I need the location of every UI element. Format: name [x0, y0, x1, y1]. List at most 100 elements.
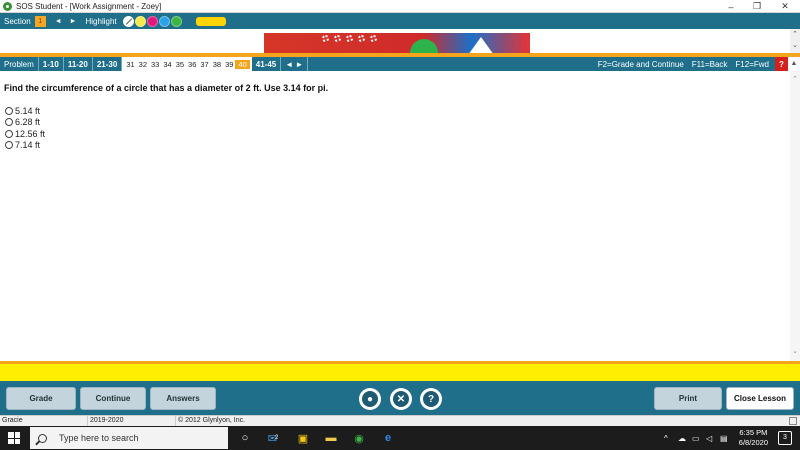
highlight-swatch-blue[interactable] [158, 15, 170, 27]
problem-number-current[interactable]: 40 [235, 59, 250, 69]
notification-center-icon[interactable]: 3 [778, 431, 792, 445]
taskbar-search[interactable]: Type here to search [30, 427, 228, 449]
tools-icon[interactable]: ✕ [390, 388, 412, 410]
chevron-up-icon[interactable]: ⌃ [790, 75, 800, 83]
question-text: Find the circumference of a circle that … [4, 83, 329, 93]
task-view-icon[interactable]: ○ [238, 431, 252, 445]
problem-number[interactable]: 34 [161, 60, 173, 69]
section-toolbar: Section 1 ◄ ► Highlight [0, 13, 800, 29]
gear-icon [334, 35, 341, 42]
status-user: Gracie [0, 416, 88, 426]
eraser-swatch-icon[interactable] [122, 15, 134, 27]
bottom-yellow-strip [0, 364, 800, 381]
status-year: 2019-2020 [88, 416, 176, 426]
outer-scrollbar[interactable]: ⌃ ⌄ [790, 29, 800, 53]
content-scrollbar[interactable]: ⌃ ⌄ [790, 71, 800, 361]
chevron-up-icon[interactable]: ^ [664, 426, 668, 450]
highlight-label: Highlight [85, 16, 117, 26]
gear-icon [358, 35, 365, 42]
section-number[interactable]: 1 [34, 15, 46, 27]
gear-icon [346, 35, 353, 42]
status-bar: Gracie 2019-2020 © 2012 Glynlyon, Inc. [0, 415, 800, 426]
problem-number[interactable]: 32 [137, 60, 149, 69]
answer-option[interactable]: 5.14 ft [5, 105, 45, 117]
highlighter-pen-icon[interactable] [195, 16, 226, 26]
gear-icon [370, 35, 377, 42]
highlight-swatch-pink[interactable] [146, 15, 158, 27]
search-icon [38, 433, 47, 443]
chevron-down-icon[interactable]: ⌄ [790, 347, 800, 355]
subject-banner-logo [264, 33, 530, 53]
radio-button[interactable] [5, 106, 13, 115]
window-title: SOS Student - [Work Assignment - Zoey] [16, 1, 162, 11]
problem-number[interactable]: 37 [198, 60, 210, 69]
speech-bubble-icon[interactable]: ● [359, 388, 381, 410]
sos-app-icon[interactable]: ◉ [352, 431, 366, 445]
gear-icon [322, 35, 329, 42]
problem-number[interactable]: 35 [174, 60, 186, 69]
problem-range-1-10[interactable]: 1-10 [39, 57, 64, 71]
problem-number[interactable]: 36 [186, 60, 198, 69]
resize-grip-icon[interactable] [789, 417, 797, 425]
clock-time: 6:35 PM [739, 428, 768, 437]
question-panel: Find the circumference of a circle that … [0, 71, 790, 361]
problem-range-11-20[interactable]: 11-20 [64, 57, 93, 71]
restore-button[interactable]: ❐ [742, 0, 772, 13]
section-nav-arrows[interactable]: ◄ ► [55, 18, 80, 25]
windows-taskbar: Type here to search ○ ✉ 2 ▣ ▬ ◉ e ^ ☁ ▭ ◁… [0, 426, 800, 450]
problem-range-41-45[interactable]: 41-45 [252, 57, 282, 71]
action-button-bar: Grade Continue Answers ● ✕ ? Print Close… [0, 381, 800, 415]
search-placeholder: Type here to search [59, 433, 139, 443]
answer-option-label: 12.56 ft [15, 128, 46, 139]
answer-option[interactable]: 7.14 ft [5, 140, 45, 152]
status-copyright: © 2012 Glynlyon, Inc. [178, 417, 246, 424]
problem-number[interactable]: 31 [124, 60, 136, 69]
scroll-down-icon[interactable]: ⌄ [790, 40, 800, 51]
scroll-up-icon[interactable]: ⌃ [790, 29, 800, 40]
problem-number[interactable]: 39 [223, 60, 235, 69]
answer-option[interactable]: 6.28 ft [5, 117, 45, 129]
volume-icon[interactable]: ◁ [706, 426, 712, 450]
radio-button[interactable] [5, 141, 13, 150]
window-titlebar: SOS Student - [Work Assignment - Zoey] –… [0, 0, 800, 13]
store-icon[interactable]: ▣ [296, 431, 310, 445]
problem-number[interactable]: 33 [149, 60, 161, 69]
cloud-icon[interactable]: ☁ [678, 426, 686, 450]
problem-nav-arrows[interactable]: ◄ ► [281, 57, 309, 71]
close-lesson-button[interactable]: Close Lesson [726, 387, 794, 410]
close-window-button[interactable]: ✕ [770, 0, 800, 13]
app-logo-icon [3, 1, 12, 11]
print-button[interactable]: Print [654, 387, 722, 410]
grade-button[interactable]: Grade [6, 387, 76, 410]
content-scroll-up-icon[interactable]: ▲ [788, 57, 800, 71]
answer-option[interactable]: 12.56 ft [5, 128, 45, 140]
answer-option-label: 5.14 ft [15, 105, 41, 116]
highlight-swatch-yellow[interactable] [134, 15, 146, 27]
banner-green-shape [410, 39, 438, 53]
keyboard-icon[interactable]: ▤ [720, 426, 728, 450]
answer-options: 5.14 ft 6.28 ft 12.56 ft 7.14 ft [5, 105, 45, 151]
mail-icon[interactable]: ✉ 2 [266, 431, 280, 445]
help-button[interactable]: ? [775, 57, 788, 71]
edge-browser-icon[interactable]: e [381, 431, 395, 445]
continue-button[interactable]: Continue [80, 387, 146, 410]
problem-range-21-30[interactable]: 21-30 [93, 57, 123, 71]
answer-option-label: 7.14 ft [15, 140, 41, 151]
help-icon[interactable]: ? [420, 388, 442, 410]
answer-option-label: 6.28 ft [15, 117, 41, 128]
answers-button[interactable]: Answers [150, 387, 216, 410]
problem-number-list: 31 32 33 34 35 36 37 38 39 40 [122, 57, 252, 71]
network-icon[interactable]: ▭ [692, 426, 700, 450]
windows-start-icon[interactable] [8, 432, 20, 444]
file-explorer-icon[interactable]: ▬ [324, 431, 338, 445]
highlight-swatch-green[interactable] [170, 15, 182, 27]
problem-number[interactable]: 38 [211, 60, 223, 69]
taskbar-clock[interactable]: 6:35 PM 6/8/2020 [739, 428, 768, 448]
clock-date: 6/8/2020 [738, 438, 768, 447]
problem-navigation-bar: Problem 1-10 11-20 21-30 31 32 33 34 35 … [0, 57, 788, 71]
hint-back: F11=Back [691, 59, 728, 69]
radio-button[interactable] [5, 118, 13, 127]
problem-label: Problem [0, 57, 39, 71]
section-label: Section [4, 16, 31, 26]
radio-button[interactable] [5, 129, 13, 138]
